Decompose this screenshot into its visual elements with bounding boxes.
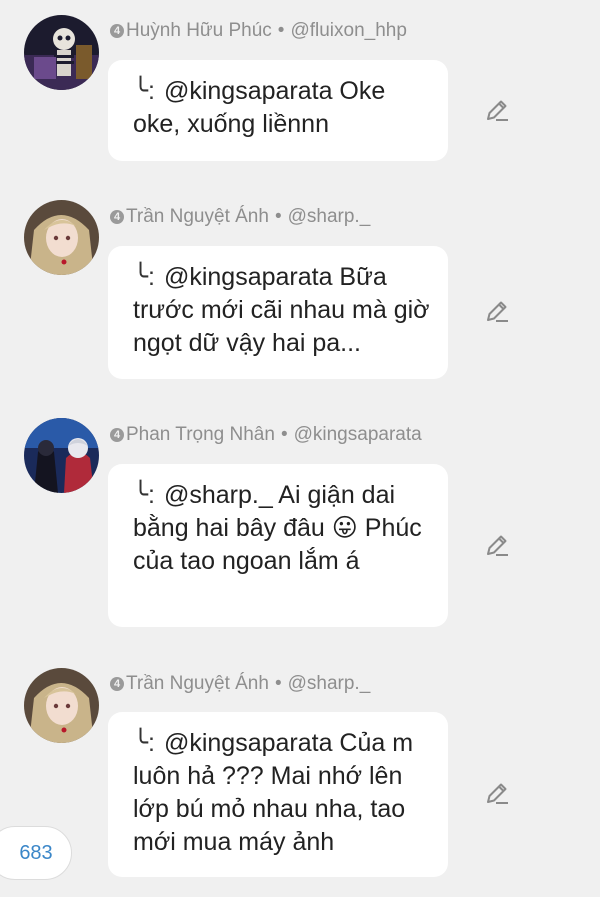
comment-header: 4 Trần Nguyệt Ánh • @sharp._ <box>110 673 370 695</box>
reply-indicator: ╰: <box>133 263 155 291</box>
reply-indicator: ╰: <box>133 481 155 509</box>
comment-bubble: ╰: @kingsaparata Oke oke, xuống liềnnn <box>108 60 448 161</box>
level-badge: 4 <box>110 24 124 38</box>
author-name[interactable]: Phan Trọng Nhân <box>126 424 275 445</box>
author-handle[interactable]: @kingsaparata <box>294 424 422 445</box>
comment-text: @sharp._ Ai giận dai bằng hai bây đâu 😛 … <box>133 481 422 575</box>
level-badge: 4 <box>110 210 124 224</box>
author-handle[interactable]: @fluixon_hhp <box>290 20 406 41</box>
separator: • <box>280 424 288 445</box>
separator: • <box>274 673 282 694</box>
separator: • <box>274 206 282 227</box>
reply-indicator: ╰: <box>133 729 155 757</box>
avatar[interactable] <box>24 668 99 743</box>
anime-girl-avatar-icon <box>24 200 99 275</box>
author-handle[interactable]: @sharp._ <box>288 206 371 227</box>
avatar[interactable] <box>24 418 99 493</box>
comment-bubble: ╰: @sharp._ Ai giận dai bằng hai bây đâu… <box>108 464 448 627</box>
comment-text: @kingsaparata Oke oke, xuống liềnnn <box>133 77 386 138</box>
comment-text: @kingsaparata Của m luôn hả ??? Mai nhớ … <box>133 729 414 856</box>
author-name[interactable]: Trần Nguyệt Ánh <box>126 206 269 227</box>
pencil-icon[interactable] <box>484 780 510 806</box>
anime-couple-avatar-icon <box>24 418 99 493</box>
pencil-icon[interactable] <box>484 97 510 123</box>
avatar[interactable] <box>24 200 99 275</box>
comment-bubble: ╰: @kingsaparata Của m luôn hả ??? Mai n… <box>108 712 448 877</box>
skeleton-avatar-icon <box>24 15 99 90</box>
author-name[interactable]: Trần Nguyệt Ánh <box>126 673 269 694</box>
author-name[interactable]: Huỳnh Hữu Phúc <box>126 20 272 41</box>
comment-text: @kingsaparata Bữa trước mới cãi nhau mà … <box>133 263 430 357</box>
comment-header: 4 Huỳnh Hữu Phúc • @fluixon_hhp <box>110 20 407 42</box>
separator: • <box>277 20 285 41</box>
author-handle[interactable]: @sharp._ <box>288 673 371 694</box>
comment-header: 4 Phan Trọng Nhân • @kingsaparata <box>110 424 422 446</box>
level-badge: 4 <box>110 677 124 691</box>
level-badge: 4 <box>110 428 124 442</box>
anime-girl-avatar-icon <box>24 668 99 743</box>
avatar[interactable] <box>24 15 99 90</box>
comment-header: 4 Trần Nguyệt Ánh • @sharp._ <box>110 206 370 228</box>
comment-count: 683 <box>19 842 53 864</box>
reply-indicator: ╰: <box>133 77 155 105</box>
pencil-icon[interactable] <box>484 298 510 324</box>
comment-count-badge[interactable]: 683 <box>0 826 72 880</box>
pencil-icon[interactable] <box>484 532 510 558</box>
comment-bubble: ╰: @kingsaparata Bữa trước mới cãi nhau … <box>108 246 448 379</box>
